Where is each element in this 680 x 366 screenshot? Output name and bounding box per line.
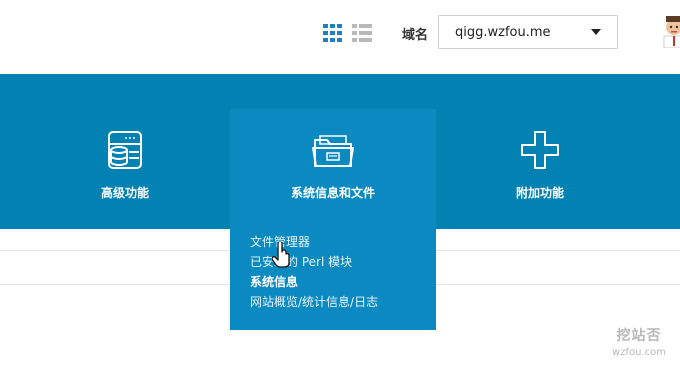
domain-select-value: qigg.wzfou.me <box>455 25 551 40</box>
nav-advanced-features[interactable]: 高级功能 <box>45 74 205 229</box>
hand-pointer-icon <box>272 242 290 268</box>
domain-select[interactable]: qigg.wzfou.me <box>438 15 618 49</box>
list-view-icon[interactable] <box>352 24 372 42</box>
dropdown-list: 文件管理器 已安装的 Perl 模块 系统信息 网站概览/统计信息/日志 <box>250 232 378 312</box>
nav-label-system-info: 系统信息和文件 <box>290 186 375 200</box>
menu-item-file-manager[interactable]: 文件管理器 <box>250 232 378 252</box>
nav-label-addons: 附加功能 <box>515 186 564 200</box>
menu-item-perl-modules[interactable]: 已安装的 Perl 模块 <box>250 252 378 272</box>
menu-item-site-summary-stats-logs[interactable]: 网站概览/统计信息/日志 <box>250 292 378 312</box>
grid-view-icon[interactable] <box>323 24 343 42</box>
chevron-down-icon <box>591 29 601 35</box>
server-database-icon <box>108 131 142 169</box>
plus-icon <box>521 131 559 169</box>
watermark-url: wzfou.com <box>612 347 666 358</box>
nav-label-advanced: 高级功能 <box>100 186 149 200</box>
menu-item-system-info[interactable]: 系统信息 <box>250 272 378 292</box>
top-header: 域名 qigg.wzfou.me <box>0 0 680 74</box>
watermark-title: 挖站否 <box>616 328 662 344</box>
nav-system-info-files[interactable]: 系统信息和文件 <box>230 74 436 229</box>
watermark: 挖站否 wzfou.com <box>604 325 674 358</box>
user-avatar-icon[interactable] <box>662 14 680 48</box>
nav-addons[interactable]: 附加功能 <box>460 74 620 229</box>
domain-label: 域名 <box>402 28 429 43</box>
folder-icon <box>312 135 354 167</box>
sysinfo-dropdown-menu: 系统信息和文件 文件管理器 已安装的 Perl 模块 系统信息 网站概览/统计信… <box>230 109 436 330</box>
